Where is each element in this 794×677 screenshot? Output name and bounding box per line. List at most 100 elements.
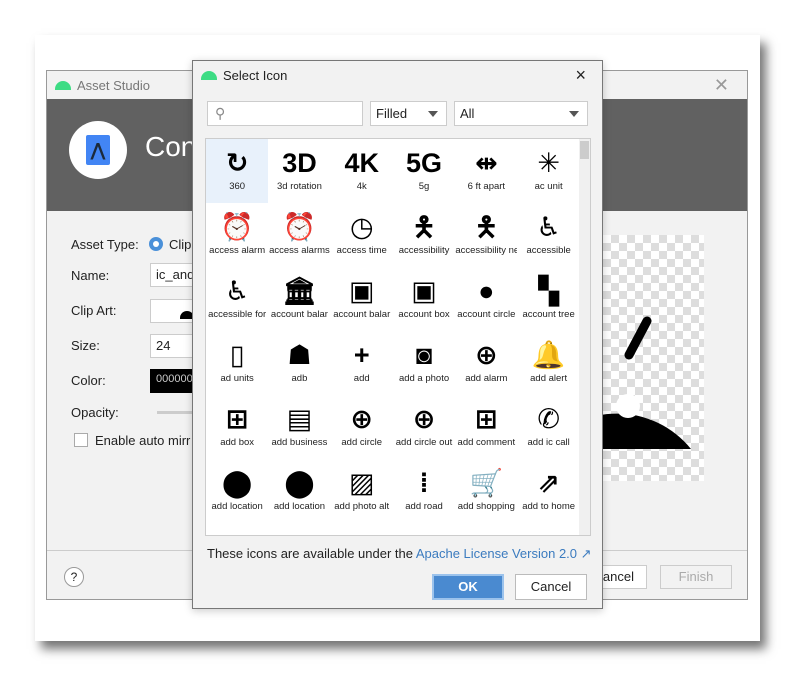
icon-label: access alarms bbox=[269, 245, 330, 256]
icon-cell[interactable]: ▨ add photo alt bbox=[331, 459, 393, 523]
add-photo-alt-icon: ▨ bbox=[348, 468, 375, 498]
icon-label: add circle bbox=[341, 437, 383, 448]
close-button[interactable]: ✕ bbox=[714, 75, 729, 96]
icon-label: 3d rotation bbox=[276, 181, 322, 192]
category-dropdown[interactable]: All bbox=[454, 101, 588, 126]
6-ft-apart-icon: ⇹ bbox=[475, 148, 498, 178]
style-value: Filled bbox=[376, 106, 408, 121]
icon-label: accessible for bbox=[208, 309, 267, 320]
opacity-label: Opacity: bbox=[71, 405, 119, 420]
icon-cell[interactable]: ✳ ac unit bbox=[517, 139, 579, 203]
icon-cell[interactable]: ⁞ add road bbox=[393, 459, 455, 523]
add-circle-out-icon: ⊕ bbox=[412, 404, 436, 434]
icon-cell[interactable]: ☗ adb bbox=[268, 331, 330, 395]
license-link[interactable]: Apache License Version 2.0 ↗ bbox=[416, 546, 592, 561]
icon-cell[interactable]: ◷ access time bbox=[331, 203, 393, 267]
chevron-down-icon bbox=[569, 111, 579, 117]
icon-cell[interactable]: ⏰ access alarms bbox=[268, 203, 330, 267]
icon-cell[interactable]: 🛒 add shopping bbox=[455, 459, 517, 523]
icon-cell[interactable]: 🏛 account balar bbox=[268, 267, 330, 331]
icon-cell[interactable]: ⊕ add circle out bbox=[393, 395, 455, 459]
icon-cell[interactable]: 🯅 accessibility bbox=[393, 203, 455, 267]
icon-cell[interactable]: ⬤ add location bbox=[268, 459, 330, 523]
account-balar-icon: ▣ bbox=[348, 276, 375, 306]
icon-cell[interactable]: ♿ accessible for bbox=[206, 267, 268, 331]
icon-cell[interactable]: ↗ bbox=[517, 523, 579, 535]
auto-mirror-checkbox[interactable] bbox=[74, 433, 88, 447]
icon-icon: ↗ bbox=[537, 529, 560, 535]
icon-cell[interactable]: ⇗ add to home bbox=[517, 459, 579, 523]
clip-art-radio[interactable] bbox=[149, 237, 163, 251]
icon-cell[interactable]: ◯ bbox=[393, 523, 455, 535]
icon-cell[interactable]: 5G 5g bbox=[393, 139, 455, 203]
close-button[interactable]: × bbox=[575, 65, 586, 86]
scrollbar-thumb[interactable] bbox=[580, 141, 589, 159]
icon-label: add road bbox=[405, 501, 443, 512]
icon-cell[interactable]: ▲ bbox=[455, 523, 517, 535]
icon-label: ad units bbox=[220, 373, 254, 384]
icon-cell[interactable]: ▭ bbox=[331, 523, 393, 535]
icon-label: account balar bbox=[270, 309, 328, 320]
icon-label: add location bbox=[211, 501, 263, 512]
add-to-home-icon: ⇗ bbox=[537, 468, 560, 498]
icon-cell[interactable]: 3D 3d rotation bbox=[268, 139, 330, 203]
opacity-slider[interactable] bbox=[157, 411, 197, 414]
add-road-icon: ⁞ bbox=[419, 468, 429, 498]
accessible-icon: ♿ bbox=[536, 212, 561, 242]
icon-label: account box bbox=[398, 309, 450, 320]
ok-button[interactable]: OK bbox=[432, 574, 504, 600]
icon-cell[interactable]: ⏰ access alarm bbox=[206, 203, 268, 267]
icon-grid: ↻ 360 3D 3d rotation 4K 4k 5G 5g ⇹ 6 ft apart ✳ ac … bbox=[205, 138, 591, 536]
icon-label: add a photo bbox=[398, 373, 450, 384]
icon-cell[interactable]: ▭ bbox=[268, 523, 330, 535]
icon-cell[interactable]: ⊕ add circle bbox=[331, 395, 393, 459]
5g-icon: 5G bbox=[406, 148, 443, 178]
icon-cell[interactable]: ● account circle bbox=[455, 267, 517, 331]
name-label: Name: bbox=[71, 268, 110, 283]
icon-cell[interactable]: ▚ account tree bbox=[517, 267, 579, 331]
icon-label: account tree bbox=[522, 309, 575, 320]
add-location-icon: ⬤ bbox=[284, 468, 315, 498]
icon-label: 360 bbox=[229, 181, 246, 192]
icon-cell[interactable]: ⊞ add comment bbox=[455, 395, 517, 459]
finish-button[interactable]: Finish bbox=[660, 565, 732, 589]
icon-cell[interactable]: ▤ add business bbox=[268, 395, 330, 459]
icon-cell[interactable]: ↻ 360 bbox=[206, 139, 269, 203]
icon-label: accessibility bbox=[398, 245, 450, 256]
icon-cell[interactable]: ▮ bbox=[206, 523, 268, 535]
accessibility-icon: 🯅 bbox=[412, 212, 436, 242]
icon-cell[interactable]: ⇹ 6 ft apart bbox=[455, 139, 517, 203]
icon-cell[interactable]: 4K 4k bbox=[331, 139, 393, 203]
icon-cell[interactable]: ▣ account balar bbox=[331, 267, 393, 331]
size-label: Size: bbox=[71, 338, 100, 353]
icon-cell[interactable]: + add bbox=[331, 331, 393, 395]
icon-cell[interactable]: ♿ accessible bbox=[517, 203, 579, 267]
add-ic-call-icon: ✆ bbox=[537, 404, 560, 434]
add-alert-icon: 🔔 bbox=[531, 340, 566, 370]
icon-label: ac unit bbox=[534, 181, 563, 192]
icon-cell[interactable]: ✆ add ic call bbox=[517, 395, 579, 459]
search-input[interactable]: ⚲ bbox=[207, 101, 363, 126]
help-button[interactable]: ? bbox=[64, 567, 84, 587]
icon-cell[interactable]: ⊕ add alarm bbox=[455, 331, 517, 395]
style-dropdown[interactable]: Filled bbox=[370, 101, 447, 126]
icon-cell[interactable]: 🯅 accessibility ne bbox=[455, 203, 517, 267]
asset-type-label: Asset Type: bbox=[71, 237, 139, 252]
accessibility-ne-icon: 🯅 bbox=[474, 212, 499, 242]
icon-cell[interactable]: ▣ account box bbox=[393, 267, 455, 331]
icon-cell[interactable]: ▯ ad units bbox=[206, 331, 268, 395]
icon-cell[interactable]: ⬤ add location bbox=[206, 459, 268, 523]
license-prefix: These icons are available under the bbox=[207, 546, 416, 561]
add-box-icon: ⊞ bbox=[225, 404, 249, 434]
scrollbar[interactable] bbox=[579, 139, 590, 535]
android-studio-logo: ⋀ bbox=[69, 121, 127, 179]
cancel-button[interactable]: Cancel bbox=[515, 574, 587, 600]
icon-label: account circle bbox=[457, 309, 516, 320]
clip-art-label: Clip Art: bbox=[71, 303, 117, 318]
ac-unit-icon: ✳ bbox=[537, 148, 560, 178]
icon-cell[interactable]: 🔔 add alert bbox=[517, 331, 579, 395]
window-title: Asset Studio bbox=[77, 77, 150, 93]
icon-icon: ◯ bbox=[409, 529, 439, 535]
icon-cell[interactable]: ⊞ add box bbox=[206, 395, 268, 459]
icon-cell[interactable]: ◙ add a photo bbox=[393, 331, 455, 395]
